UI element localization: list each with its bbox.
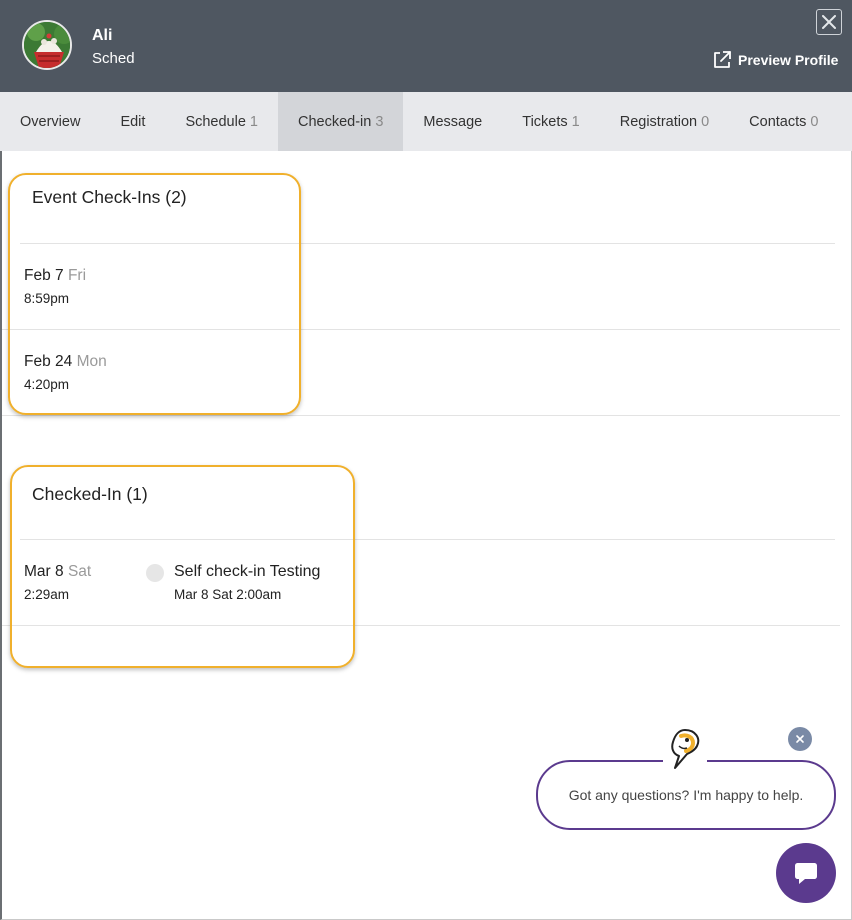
tab-label: Edit	[120, 113, 146, 130]
checkin-time: 8:59pm	[24, 291, 70, 306]
close-icon	[796, 735, 804, 743]
tab-label: Tickets	[522, 113, 568, 130]
checkin-date-text: Feb 7	[24, 267, 64, 284]
checkin-date: Feb 24 Mon	[24, 353, 107, 371]
avatar	[22, 20, 72, 70]
checked-in-time: 2:29am	[24, 587, 70, 602]
tab-label: Overview	[20, 113, 81, 130]
close-icon	[822, 15, 836, 29]
chat-icon	[795, 863, 817, 884]
divider	[2, 625, 840, 626]
close-button[interactable]	[816, 9, 842, 35]
tab-count: 3	[375, 113, 384, 130]
checkin-date-text: Feb 24	[24, 353, 73, 370]
user-subtitle: Sched	[92, 50, 135, 67]
tab-label: Contacts	[749, 113, 807, 130]
tab-message[interactable]: Message	[403, 92, 502, 151]
tab-count: 0	[701, 113, 710, 130]
tab-count: 1	[571, 113, 580, 130]
chat-mascot-icon	[665, 728, 705, 772]
profile-tabs: Overview Edit Schedule 1 Checked-in 3 Me…	[0, 92, 852, 151]
checkin-day-of-week: Fri	[67, 267, 87, 284]
preview-profile-link[interactable]: Preview Profile	[712, 50, 838, 70]
chat-launcher-button[interactable]	[776, 843, 836, 903]
chat-prompt-text: Got any questions? I'm happy to help.	[568, 787, 804, 803]
tab-registration[interactable]: Registration 0	[600, 92, 729, 151]
preview-profile-label: Preview Profile	[738, 52, 839, 68]
tab-checked-in[interactable]: Checked-in 3	[277, 92, 404, 151]
status-dot-icon	[146, 564, 164, 582]
event-name-link[interactable]: Self check-in Testing	[174, 563, 320, 581]
tab-label: Registration	[619, 113, 698, 130]
checked-in-title: Checked-In (1)	[32, 484, 148, 504]
tab-edit[interactable]: Edit	[100, 92, 165, 151]
tab-count: 1	[249, 113, 258, 130]
event-datetime: Mar 8 Sat 2:00am	[174, 587, 282, 602]
divider	[20, 243, 835, 244]
tab-tickets[interactable]: Tickets 1	[502, 92, 599, 151]
checked-in-date: Mar 8 Sat	[24, 563, 91, 581]
checkin-day-of-week: Mon	[76, 353, 107, 370]
tab-contacts[interactable]: Contacts 0	[729, 92, 838, 151]
chat-dismiss-button[interactable]	[788, 727, 812, 751]
user-name: Ali	[92, 27, 113, 44]
profile-header: Ali Sched Preview Profile	[0, 0, 852, 92]
divider	[20, 539, 835, 540]
checked-in-day-of-week: Sat	[67, 563, 92, 580]
tab-schedule[interactable]: Schedule 1	[165, 92, 278, 151]
checkin-date: Feb 7 Fri	[24, 267, 86, 285]
divider	[2, 329, 840, 330]
event-checkins-title: Event Check-Ins (2)	[32, 187, 187, 207]
tab-label: Message	[423, 113, 483, 130]
checkin-time: 4:20pm	[24, 377, 70, 392]
tab-label: Checked-in	[297, 113, 372, 130]
tab-count: 0	[810, 113, 819, 130]
tab-label: Schedule	[185, 113, 246, 130]
checked-in-date-text: Mar 8	[24, 563, 64, 580]
divider	[2, 415, 840, 416]
tab-overview[interactable]: Overview	[0, 92, 100, 151]
external-link-icon	[714, 51, 731, 68]
